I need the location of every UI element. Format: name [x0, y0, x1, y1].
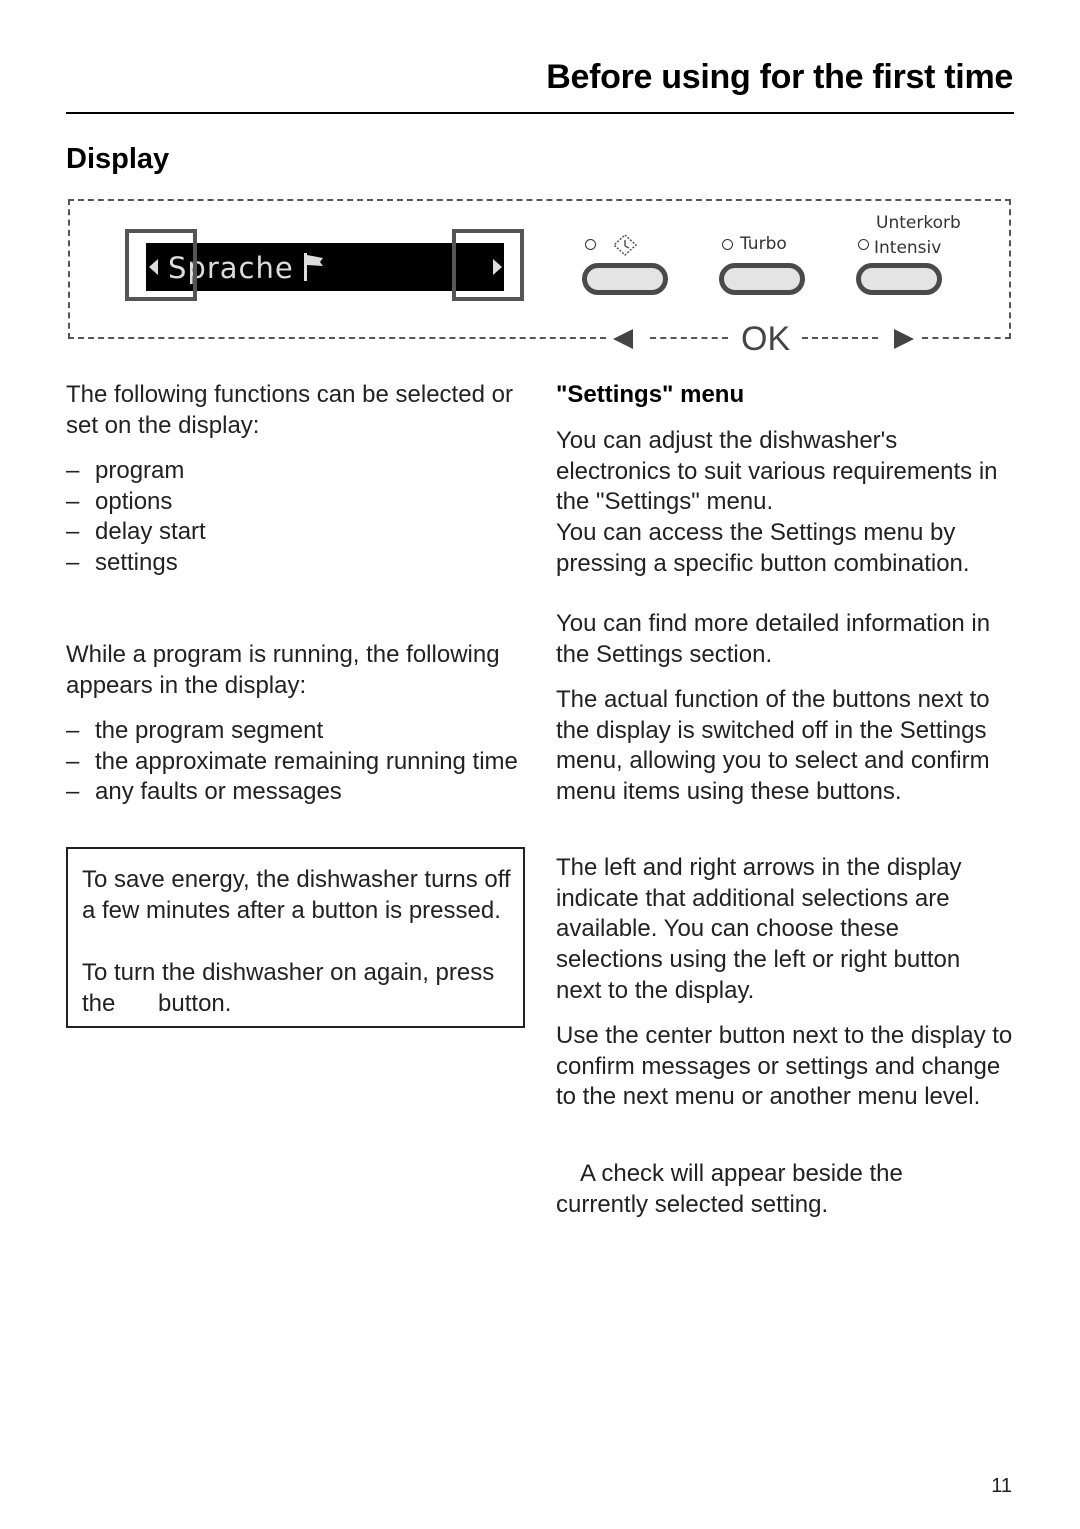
led-turbo	[722, 239, 733, 250]
ok-label: OK	[739, 320, 793, 359]
right-selection-highlight	[452, 229, 524, 301]
button-delay-start[interactable]	[582, 263, 668, 295]
intensiv-label: Intensiv	[874, 238, 942, 258]
panel-bottom-dash-mid2	[802, 337, 878, 339]
list-item: program	[66, 456, 536, 487]
led-intensiv	[858, 239, 869, 250]
energy-note-text: To save energy, the dishwasher turns off…	[82, 866, 511, 924]
settings-paragraph-1b: You can access the Settings menu by pres…	[556, 519, 970, 577]
settings-paragraph-4: The left and right arrows in the display…	[556, 854, 962, 1004]
panel-bottom-dash-right	[922, 337, 1011, 339]
list-item: the approximate remaining running time	[66, 747, 526, 778]
section-title: Display	[66, 143, 170, 175]
settings-paragraph-1: You can adjust the dishwasher's electron…	[556, 427, 998, 516]
list-item: delay start	[66, 517, 536, 548]
nav-left-arrow-icon	[613, 329, 633, 349]
led-delay-start	[585, 239, 596, 250]
lower-basket-label: Unterkorb	[876, 213, 961, 233]
list-item: options	[66, 487, 536, 518]
page-number: 11	[991, 1475, 1012, 1497]
button-intensiv[interactable]	[856, 263, 942, 295]
energy-note-box: To save energy, the dishwasher turns off…	[66, 847, 525, 1028]
turbo-label: Turbo	[740, 234, 787, 254]
functions-list: program options delay start settings	[66, 456, 536, 579]
running-list: the program segment the approximate rema…	[66, 716, 526, 808]
panel-bottom-dash-mid1	[650, 337, 728, 339]
left-selection-highlight	[125, 229, 197, 301]
nav-right-arrow-icon	[894, 329, 914, 349]
list-item: any faults or messages	[66, 777, 526, 808]
button-turbo[interactable]	[719, 263, 805, 295]
list-item: settings	[66, 548, 536, 579]
panel-bottom-dash-left	[68, 337, 606, 339]
settings-paragraph-5: Use the center button next to the displa…	[556, 1022, 1013, 1111]
functions-intro: The following functions can be selected …	[66, 381, 513, 439]
delay-start-icon	[612, 233, 638, 257]
list-item: the program segment	[66, 716, 526, 747]
header-rule	[66, 112, 1014, 114]
display-screen: Sprache	[146, 243, 504, 291]
settings-paragraph-3: The actual function of the buttons next …	[556, 686, 990, 806]
settings-menu-heading: "Settings" menu	[556, 381, 745, 408]
running-intro: While a program is running, the followin…	[66, 641, 500, 699]
energy-note-text-2: To turn the dishwasher on again, press t…	[82, 959, 495, 1017]
flag-icon	[304, 253, 323, 281]
page-header-title: Before using for the first time	[546, 58, 1013, 96]
settings-paragraph-6: A check will appear beside the currently…	[556, 1160, 903, 1218]
settings-paragraph-2: You can find more detailed information i…	[556, 610, 991, 668]
